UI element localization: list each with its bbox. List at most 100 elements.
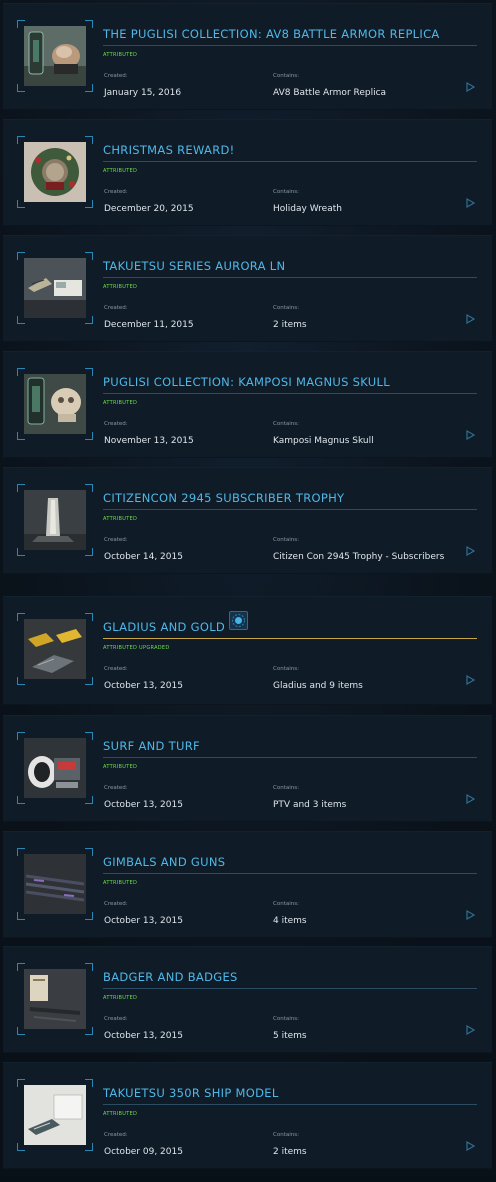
thumbnail-frame [17,368,93,440]
thumbnail-frame [17,252,93,324]
status-label: ATTRIBUTED [103,52,138,58]
status-label: ATTRIBUTED [103,168,138,174]
status-label: ATTRIBUTED [103,516,138,522]
contains-label: Contains: [273,1016,299,1022]
contains-value: Gladius and 9 items [273,681,363,691]
created-date: November 13, 2015 [104,436,194,446]
pagination-strip [0,1176,496,1182]
created-label: Created: [104,1132,128,1138]
item-title[interactable]: SURF AND TURF [103,739,477,758]
thumbnail-frame [17,963,93,1035]
item-title[interactable]: TAKUETSU 350R SHIP MODEL [103,1086,477,1105]
item-title[interactable]: CITIZENCON 2945 SUBSCRIBER TROPHY [103,491,477,510]
created-label: Created: [104,1016,128,1022]
thumbnail-frame [17,20,93,92]
expand-arrow-icon[interactable] [466,1141,475,1151]
item-title[interactable]: BADGER AND BADGES [103,970,477,989]
contains-label: Contains: [273,421,299,427]
item-title[interactable]: GIMBALS AND GUNS [103,855,477,874]
item-title[interactable]: GLADIUS AND GOLD [103,620,477,639]
contains-label: Contains: [273,189,299,195]
status-label: ATTRIBUTED [103,284,138,290]
contains-value: 2 items [273,320,307,330]
item-title[interactable]: TAKUETSU SERIES AURORA LN [103,259,477,278]
skull-thumbnail [24,374,86,434]
pledge-item[interactable]: THE PUGLISI COLLECTION: AV8 BATTLE ARMOR… [3,3,492,110]
gladius-thumbnail [24,619,86,679]
thumbnail-frame [17,613,93,685]
pledge-item[interactable]: GLADIUS AND GOLD ATTRIBUTED UPGRADED Cre… [3,596,492,705]
contains-value: PTV and 3 items [273,800,347,810]
created-date: October 14, 2015 [104,552,183,562]
expand-arrow-icon[interactable] [466,82,475,92]
thumbnail-frame [17,136,93,208]
expand-arrow-icon[interactable] [466,675,475,685]
contains-label: Contains: [273,1132,299,1138]
status-label: ATTRIBUTED UPGRADED [103,645,170,651]
created-date: October 09, 2015 [104,1147,183,1157]
created-date: October 13, 2015 [104,681,183,691]
created-label: Created: [104,901,128,907]
contains-value: 2 items [273,1147,307,1157]
contains-value: Citizen Con 2945 Trophy - Subscribers [273,552,445,562]
contains-value: Kamposi Magnus Skull [273,436,374,446]
created-date: December 11, 2015 [104,320,194,330]
created-label: Created: [104,785,128,791]
pledge-item[interactable]: CITIZENCON 2945 SUBSCRIBER TROPHY ATTRIB… [3,467,492,574]
status-label: ATTRIBUTED [103,880,138,886]
pledge-item[interactable]: CHRISTMAS REWARD! ATTRIBUTED Created: Co… [3,119,492,226]
armor-replica-thumbnail [24,26,86,86]
thumbnail-frame [17,848,93,920]
pledge-item[interactable]: GIMBALS AND GUNS ATTRIBUTED Created: Con… [3,831,492,938]
status-label: ATTRIBUTED [103,995,138,1001]
contains-label: Contains: [273,785,299,791]
created-date: October 13, 2015 [104,1031,183,1041]
contains-value: 4 items [273,916,307,926]
contains-label: Contains: [273,73,299,79]
upgrade-badge-icon [229,611,248,630]
contains-label: Contains: [273,305,299,311]
created-date: October 13, 2015 [104,800,183,810]
created-label: Created: [104,421,128,427]
pledge-item[interactable]: PUGLISI COLLECTION: KAMPOSI MAGNUS SKULL… [3,351,492,458]
status-label: ATTRIBUTED [103,764,138,770]
created-label: Created: [104,189,128,195]
thumbnail-frame [17,1079,93,1151]
expand-arrow-icon[interactable] [466,546,475,556]
item-title[interactable]: THE PUGLISI COLLECTION: AV8 BATTLE ARMOR… [103,27,477,46]
pledge-item[interactable]: SURF AND TURF ATTRIBUTED Created: Contai… [3,715,492,822]
thumbnail-frame [17,484,93,556]
contains-value: 5 items [273,1031,307,1041]
expand-arrow-icon[interactable] [466,198,475,208]
expand-arrow-icon[interactable] [466,430,475,440]
contains-value: Holiday Wreath [273,204,342,214]
pledge-item[interactable]: BADGER AND BADGES ATTRIBUTED Created: Co… [3,946,492,1053]
item-title[interactable]: PUGLISI COLLECTION: KAMPOSI MAGNUS SKULL [103,375,477,394]
trophy-thumbnail [24,490,86,550]
expand-arrow-icon[interactable] [466,1025,475,1035]
holiday-wreath-thumbnail [24,142,86,202]
badger-thumbnail [24,969,86,1029]
status-label: ATTRIBUTED [103,400,138,406]
contains-label: Contains: [273,537,299,543]
created-label: Created: [104,537,128,543]
aurora-model-thumbnail [24,258,86,318]
ship-model-thumbnail [24,1085,86,1145]
guns-thumbnail [24,854,86,914]
created-label: Created: [104,305,128,311]
contains-label: Contains: [273,666,299,672]
created-date: October 13, 2015 [104,916,183,926]
pledge-item[interactable]: TAKUETSU SERIES AURORA LN ATTRIBUTED Cre… [3,235,492,342]
expand-arrow-icon[interactable] [466,794,475,804]
status-label: ATTRIBUTED [103,1111,138,1117]
created-label: Created: [104,666,128,672]
expand-arrow-icon[interactable] [466,314,475,324]
pledge-item[interactable]: TAKUETSU 350R SHIP MODEL ATTRIBUTED Crea… [3,1062,492,1169]
item-title[interactable]: CHRISTMAS REWARD! [103,143,477,162]
created-date: December 20, 2015 [104,204,194,214]
expand-arrow-icon[interactable] [466,910,475,920]
thumbnail-frame [17,732,93,804]
created-date: January 15, 2016 [104,88,182,98]
contains-value: AV8 Battle Armor Replica [273,88,387,98]
created-label: Created: [104,73,128,79]
